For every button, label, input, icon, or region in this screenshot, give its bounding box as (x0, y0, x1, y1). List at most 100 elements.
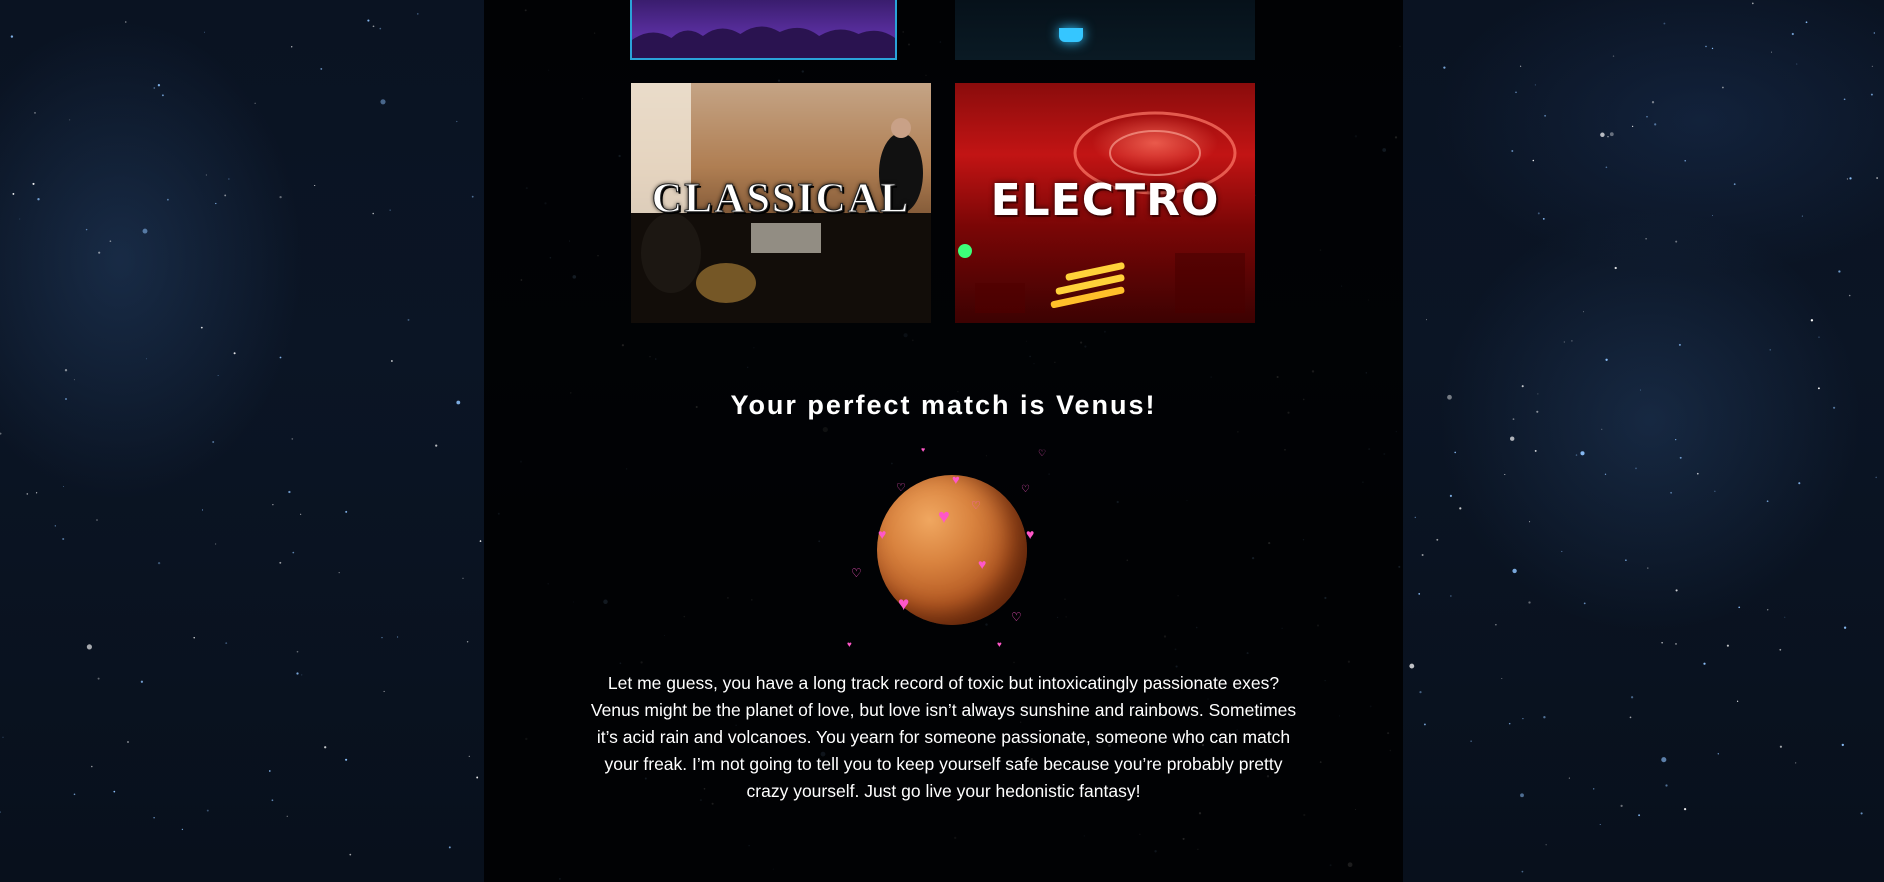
star (1528, 601, 1531, 604)
star (1454, 451, 1457, 454)
star (1583, 602, 1586, 605)
star (338, 571, 340, 574)
star (35, 492, 38, 494)
genre-tile-classical[interactable]: CLASSICAL (631, 83, 931, 323)
star (1423, 723, 1426, 726)
star (1414, 516, 1416, 519)
star (1717, 753, 1719, 755)
star (372, 212, 374, 215)
star (1736, 700, 1739, 702)
star (1711, 47, 1714, 50)
star (1600, 132, 1605, 138)
star (1665, 784, 1668, 787)
star (1436, 538, 1439, 541)
star (320, 67, 323, 70)
star (181, 828, 184, 831)
star (1443, 66, 1446, 69)
star (1696, 472, 1699, 475)
star (1519, 65, 1522, 67)
star (1722, 86, 1724, 89)
stage-light (1059, 28, 1083, 42)
star (1612, 55, 1615, 57)
star (381, 637, 383, 639)
star (1599, 824, 1601, 825)
star (286, 815, 288, 817)
star (109, 240, 112, 243)
star (204, 31, 205, 33)
star (1512, 568, 1517, 574)
heart-icon: ♡ (851, 566, 862, 580)
star (69, 119, 71, 121)
result-title: Your perfect match is Venus! (730, 390, 1157, 420)
star (1654, 123, 1657, 126)
star (1711, 215, 1713, 216)
star (1860, 812, 1863, 815)
star (161, 94, 164, 97)
star (153, 817, 155, 819)
star (271, 799, 274, 802)
result-description: Let me guess, you have a long track reco… (590, 673, 1297, 801)
star (291, 46, 293, 48)
star (435, 444, 438, 447)
star (1703, 662, 1706, 665)
star (1418, 593, 1421, 595)
star (1670, 491, 1672, 494)
heart-icon: ♥ (898, 594, 910, 615)
star (1639, 389, 1642, 391)
star (1663, 22, 1666, 25)
star (1679, 456, 1682, 459)
star (1661, 642, 1663, 644)
heart-icon: ♡ (1021, 484, 1030, 495)
star (1459, 507, 1462, 510)
star (215, 202, 217, 205)
star (1873, 32, 1875, 34)
heart-icon: ♥ (938, 506, 950, 528)
star (300, 513, 302, 515)
star (1871, 65, 1874, 68)
star (1805, 21, 1808, 24)
star (1601, 428, 1603, 430)
star (1536, 410, 1539, 413)
star (1726, 644, 1729, 647)
star (1647, 567, 1649, 569)
star (1796, 63, 1798, 65)
star (1522, 717, 1524, 720)
star (379, 27, 382, 30)
star (1675, 240, 1678, 243)
star (1571, 340, 1573, 342)
genre-tile-selected[interactable] (630, 0, 897, 60)
star (1630, 696, 1634, 699)
genre-tile[interactable] (955, 0, 1255, 60)
star (1532, 159, 1535, 162)
venus-planet-graphic: ♥ ♥ ♡ ♥ ♥ ♡ ♥ ♥ ♡ ♡ ♡ ♥ ♥ ♥ ♡ (845, 445, 1046, 655)
star (1511, 150, 1514, 152)
star (1520, 793, 1524, 798)
star (254, 102, 256, 104)
star (268, 770, 271, 772)
star (1675, 643, 1677, 645)
star (157, 561, 161, 565)
star (1629, 716, 1632, 719)
star (1426, 319, 1427, 321)
star (1795, 762, 1797, 764)
star (417, 13, 419, 15)
star (127, 741, 129, 743)
star (345, 758, 348, 761)
star (212, 441, 215, 443)
star (1645, 237, 1647, 240)
star (456, 120, 458, 123)
star (291, 438, 294, 440)
star (1470, 740, 1472, 742)
genre-tile-electro[interactable]: ELECTRO (955, 83, 1255, 323)
star (1607, 136, 1609, 138)
star (1714, 490, 1716, 492)
star (479, 540, 482, 542)
heart-icon: ♥ (952, 472, 960, 487)
star (113, 790, 116, 793)
star (296, 650, 299, 653)
star (372, 25, 375, 28)
star (125, 21, 127, 23)
star (1534, 84, 1536, 86)
star (1684, 160, 1686, 162)
star (1593, 788, 1595, 790)
